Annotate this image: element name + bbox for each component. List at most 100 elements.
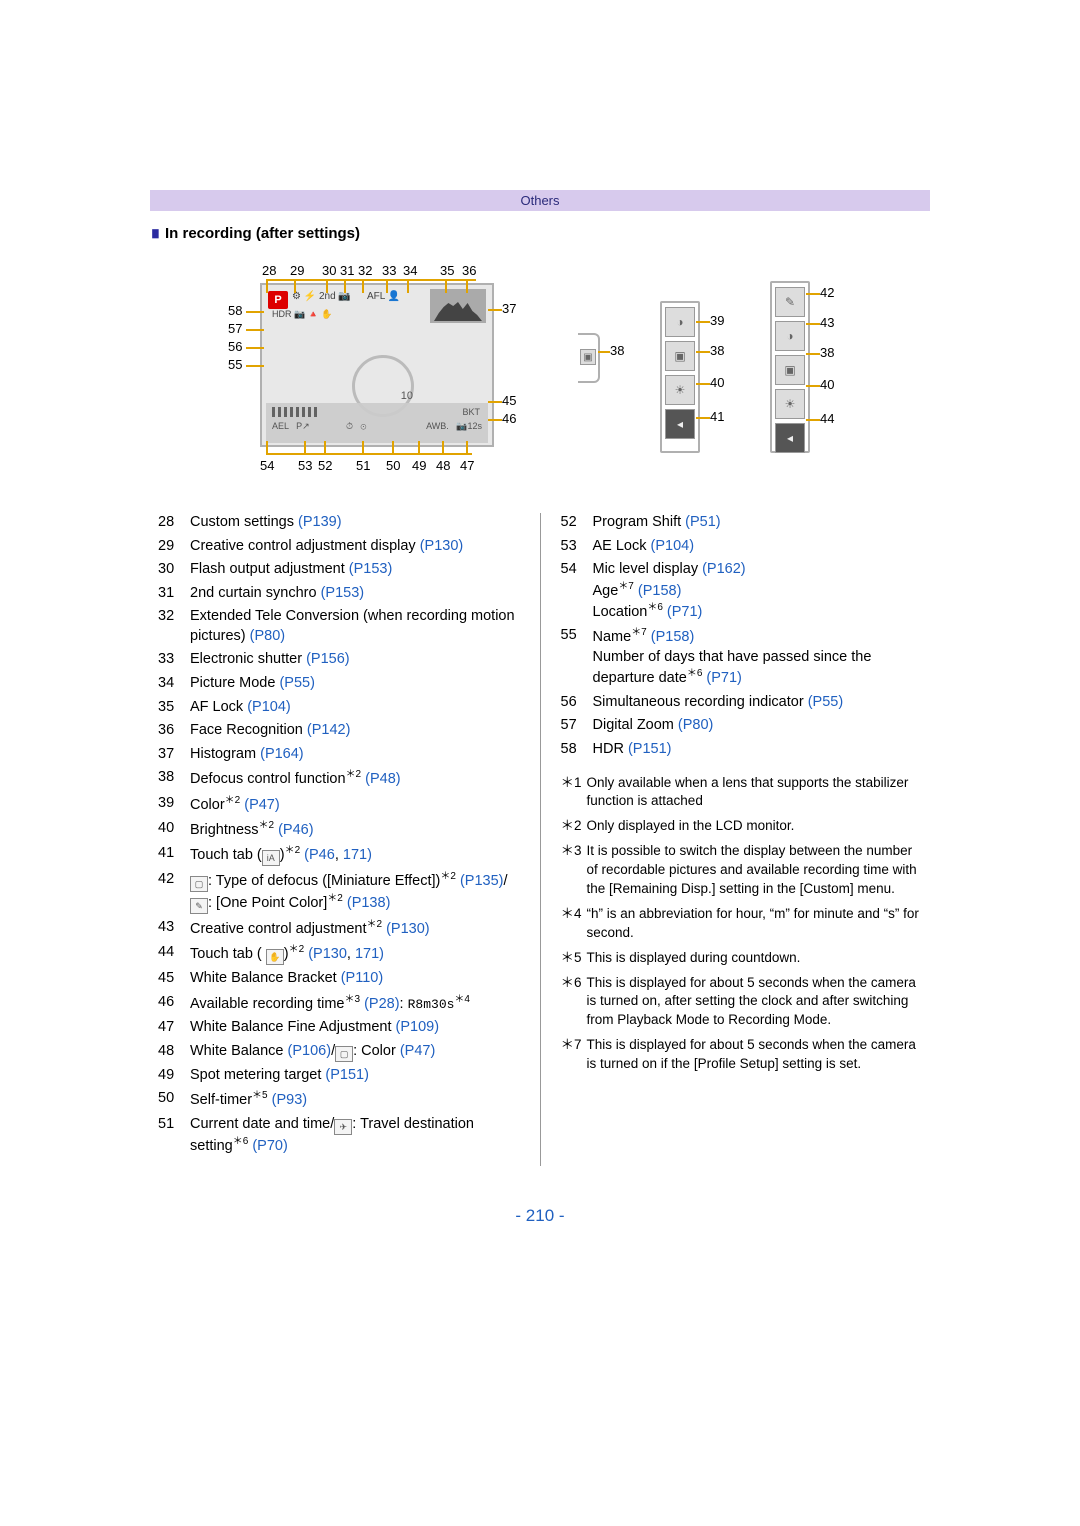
page-ref-link[interactable]: 171) — [355, 946, 384, 962]
page-ref-link[interactable]: (P106) — [288, 1043, 332, 1059]
footnote-text: Only displayed in the LCD monitor. — [587, 817, 795, 836]
legend-columns: 28Custom settings (P139)29Creative contr… — [150, 513, 930, 1166]
page-ref-link[interactable]: (P48) — [361, 771, 401, 787]
page-ref-link[interactable]: 171) — [343, 847, 372, 863]
callout-40b: 40 — [820, 377, 834, 392]
legend-text: Defocus control function＊2 (P48) — [190, 768, 520, 789]
page-ref-link[interactable]: (P110) — [341, 970, 383, 986]
page-ref-link[interactable]: (P46) — [274, 822, 314, 838]
footnote-key: ＊1 — [561, 774, 587, 812]
page-ref-link[interactable]: (P104) — [247, 699, 291, 715]
footnote-text: Only available when a lens that supports… — [587, 774, 923, 812]
legend-number: 44 — [158, 943, 190, 965]
legend-number: 58 — [561, 740, 593, 760]
page-ref-link[interactable]: (P80) — [250, 628, 285, 644]
legend-item: 37Histogram (P164) — [158, 745, 520, 765]
legend-number: 28 — [158, 513, 190, 533]
touch-panel-middle: ◑ ▣ ☀ ◂ — [660, 301, 700, 453]
callout-37: 37 — [502, 301, 516, 316]
footnote-ref: ＊2 — [259, 820, 275, 831]
page-ref-link[interactable]: (P71) — [663, 604, 703, 620]
page-ref-link[interactable]: (P158) — [634, 583, 682, 599]
page-ref-link[interactable]: (P46 — [300, 847, 335, 863]
page-ref-link[interactable]: (P135) — [456, 873, 504, 889]
page-ref-link[interactable]: (P151) — [325, 1067, 369, 1083]
legend-number: 49 — [158, 1066, 190, 1086]
footnote: ＊1Only available when a lens that suppor… — [561, 774, 923, 812]
legend-item: 29Creative control adjustment display (P… — [158, 537, 520, 557]
footnote-ref: ＊6 — [647, 602, 663, 613]
footnote-key: ＊4 — [561, 905, 587, 943]
diagram: P ⚙ ⚡ 2nd 📷 AFL 👤 HDR 📷 🔺 ✋ AEL P↗ BKT A… — [150, 263, 930, 483]
page-ref-link[interactable]: (P55) — [808, 694, 843, 710]
callout-49: 49 — [412, 458, 426, 473]
legend-item: 41Touch tab (iA)＊2 (P46, 171) — [158, 844, 520, 866]
footnote-ref: ＊2 — [225, 795, 241, 806]
legend-item: 49Spot metering target (P151) — [158, 1066, 520, 1086]
page-ref-link[interactable]: (P104) — [651, 538, 695, 554]
page-ref-link[interactable]: (P151) — [628, 741, 672, 757]
page-ref-link[interactable]: (P130) — [420, 538, 464, 554]
page-ref-link[interactable]: (P156) — [306, 651, 350, 667]
legend-text: Simultaneous recording indicator (P55) — [593, 693, 923, 713]
page-ref-link[interactable]: (P47) — [400, 1043, 435, 1059]
footnote-ref: ＊2 — [327, 893, 343, 904]
page-ref-link[interactable]: (P153) — [349, 561, 393, 577]
legend-item: 40Brightness＊2 (P46) — [158, 819, 520, 840]
page-ref-link[interactable]: (P80) — [678, 717, 713, 733]
page-ref-link[interactable]: (P71) — [702, 670, 742, 686]
legend-text: White Balance (P106)/▢: Color (P47) — [190, 1042, 520, 1062]
page-ref-link[interactable]: (P55) — [279, 675, 314, 691]
awb-label: AWB. 📷12s — [426, 421, 482, 432]
defocus-icon: ▣ — [580, 349, 596, 365]
callout-36: 36 — [462, 263, 476, 278]
legend-number: 39 — [158, 794, 190, 815]
page-ref-link[interactable]: (P28) — [360, 995, 400, 1011]
legend-item: 52Program Shift (P51) — [561, 513, 923, 533]
page-ref-link[interactable]: (P70) — [248, 1137, 288, 1153]
legend-text: Face Recognition (P142) — [190, 721, 520, 741]
callout-52: 52 — [318, 458, 332, 473]
page-ref-link[interactable]: (P139) — [298, 514, 342, 530]
page-ref-link[interactable]: (P130) — [382, 921, 430, 937]
page-ref-link[interactable]: (P138) — [343, 895, 391, 911]
header-category: Others — [150, 190, 930, 211]
footnote-ref: ＊2 — [289, 944, 305, 955]
page-ref-link[interactable]: (P142) — [307, 722, 351, 738]
page-ref-link[interactable]: (P153) — [321, 585, 365, 601]
inline-icon: ✋ — [266, 949, 284, 965]
legend-text: Available recording time＊3 (P28): R8m30s… — [190, 993, 520, 1014]
page-ref-link[interactable]: (P162) — [702, 561, 746, 577]
footnote: ＊7This is displayed for about 5 seconds … — [561, 1036, 923, 1074]
legend-number: 48 — [158, 1042, 190, 1062]
footnote-text: This is displayed during countdown. — [587, 949, 801, 968]
page-ref-link[interactable]: (P109) — [396, 1019, 440, 1035]
defocus-icon: ▣ — [775, 355, 805, 385]
page-ref-link[interactable]: (P47) — [240, 796, 280, 812]
legend-text: Spot metering target (P151) — [190, 1066, 520, 1086]
bottom-bar: AEL P↗ BKT AWB. 📷12s ⏱ ⊙ — [266, 403, 488, 443]
legend-number: 30 — [158, 560, 190, 580]
square-bullet-icon: ∎ — [150, 223, 161, 242]
legend-number: 33 — [158, 650, 190, 670]
inline-icon: ✎ — [190, 898, 208, 914]
legend-number: 40 — [158, 819, 190, 840]
page-ref-link[interactable]: (P164) — [260, 746, 304, 762]
second-icon-row: HDR 📷 🔺 ✋ — [272, 309, 333, 320]
legend-number: 51 — [158, 1115, 190, 1156]
page-ref-link[interactable]: (P130 — [304, 946, 347, 962]
footnote-ref: ＊2 — [285, 845, 301, 856]
callout-47: 47 — [460, 458, 474, 473]
legend-number: 37 — [158, 745, 190, 765]
footnote-key: ＊3 — [561, 842, 587, 899]
page-ref-link[interactable]: (P51) — [685, 514, 720, 530]
legend-right-column: 52Program Shift (P51)53AE Lock (P104)54M… — [541, 513, 931, 1166]
callout-44: 44 — [820, 411, 834, 426]
legend-text: Electronic shutter (P156) — [190, 650, 520, 670]
callout-38c: 38 — [820, 345, 834, 360]
legend-number: 55 — [561, 626, 593, 688]
legend-text: Extended Tele Conversion (when recording… — [190, 607, 520, 646]
page-ref-link[interactable]: (P93) — [268, 1092, 308, 1108]
legend-text: Name＊7 (P158)Number of days that have pa… — [593, 626, 923, 688]
page-ref-link[interactable]: (P158) — [647, 629, 695, 645]
